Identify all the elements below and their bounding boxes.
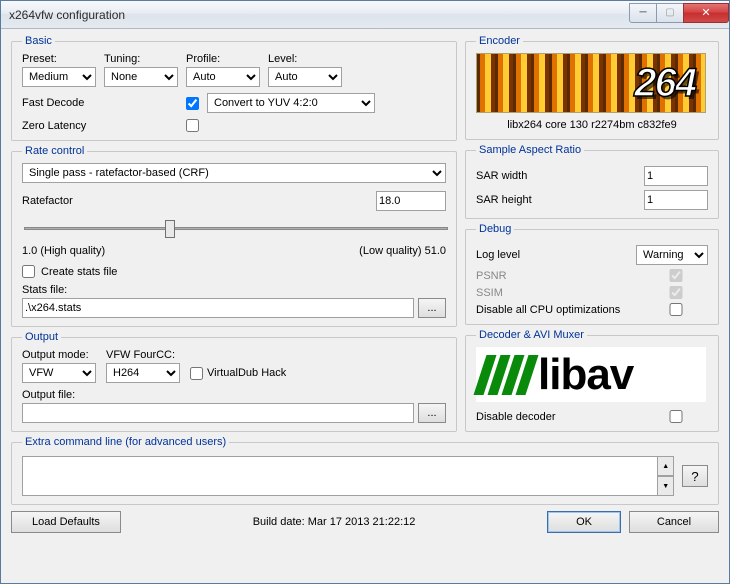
ratefactor-slider[interactable] (24, 217, 448, 239)
output-group: Output Output mode: VFW VFW FourCC: H264 (11, 331, 457, 432)
disable-cpu-label: Disable all CPU optimizations (476, 304, 620, 316)
vdub-hack-label: VirtualDub Hack (207, 367, 286, 379)
sar-height-input[interactable] (644, 190, 708, 210)
libav-logo-text: libav (538, 350, 633, 400)
decoder-legend: Decoder & AVI Muxer (476, 329, 587, 341)
libav-logo: libav (476, 347, 706, 402)
decoder-group: Decoder & AVI Muxer libav Disable decode… (465, 329, 719, 432)
rate-mode-select[interactable]: Single pass - ratefactor-based (CRF) (22, 163, 446, 183)
encoder-logo: 264 (476, 53, 706, 113)
profile-select[interactable]: Auto (186, 67, 260, 87)
close-button[interactable]: ✕ (683, 3, 729, 23)
stats-file-label: Stats file: (22, 284, 446, 296)
ssim-checkbox (644, 286, 708, 299)
tuning-select[interactable]: None (104, 67, 178, 87)
extra-cmdline-input[interactable] (22, 456, 658, 496)
chevron-up-icon[interactable]: ▲ (658, 456, 674, 476)
window-title: x264vfw configuration (9, 8, 630, 22)
minimize-button[interactable]: ─ (629, 3, 657, 23)
ssim-label: SSIM (476, 287, 503, 299)
output-mode-label: Output mode: (22, 349, 96, 361)
tuning-label: Tuning: (104, 53, 178, 65)
fast-decode-checkbox[interactable] (186, 97, 199, 110)
output-file-input[interactable] (22, 403, 414, 423)
zero-latency-checkbox[interactable] (186, 119, 199, 132)
encoder-caption: libx264 core 130 r2274bm c832fe9 (476, 119, 708, 131)
preset-label: Preset: (22, 53, 96, 65)
colorspace-select[interactable]: Convert to YUV 4:2:0 (207, 93, 375, 113)
psnr-label: PSNR (476, 270, 507, 282)
encoder-logo-text: 264 (634, 61, 705, 106)
encoder-legend: Encoder (476, 35, 523, 47)
level-select[interactable]: Auto (268, 67, 342, 87)
build-date-label: Build date: Mar 17 2013 21:22:12 (129, 516, 539, 528)
cancel-button[interactable]: Cancel (629, 511, 719, 533)
create-stats-label: Create stats file (41, 266, 117, 278)
disable-decoder-checkbox[interactable] (644, 410, 708, 423)
disable-cpu-checkbox[interactable] (644, 303, 708, 316)
disable-decoder-label: Disable decoder (476, 411, 556, 423)
ratefactor-input[interactable] (376, 191, 446, 211)
sar-width-label: SAR width (476, 170, 527, 182)
preset-select[interactable]: Medium (22, 67, 96, 87)
psnr-checkbox (644, 269, 708, 282)
output-file-label: Output file: (22, 389, 446, 401)
basic-legend: Basic (22, 35, 55, 47)
load-defaults-button[interactable]: Load Defaults (11, 511, 121, 533)
sar-group: Sample Aspect Ratio SAR width SAR height (465, 144, 719, 219)
basic-group: Basic Preset: Medium Tuning: None Profil… (11, 35, 457, 141)
bottom-bar: Load Defaults Build date: Mar 17 2013 21… (11, 511, 719, 533)
quality-low-label: (Low quality) 51.0 (359, 245, 446, 257)
output-legend: Output (22, 331, 61, 343)
log-level-label: Log level (476, 249, 520, 261)
ratefactor-label: Ratefactor (22, 195, 368, 207)
rate-control-group: Rate control Single pass - ratefactor-ba… (11, 145, 457, 327)
chevron-down-icon[interactable]: ▼ (658, 476, 674, 496)
titlebar: x264vfw configuration ─ ▢ ✕ (1, 1, 729, 29)
sar-width-input[interactable] (644, 166, 708, 186)
extra-legend: Extra command line (for advanced users) (22, 436, 229, 448)
fourcc-select[interactable]: H264 (106, 363, 180, 383)
help-button[interactable]: ? (682, 465, 708, 487)
vdub-hack-checkbox[interactable] (190, 367, 203, 380)
profile-label: Profile: (186, 53, 260, 65)
stats-browse-button[interactable]: ... (418, 298, 446, 318)
debug-group: Debug Log level Warning PSNR SSIM Dis (465, 223, 719, 325)
create-stats-checkbox[interactable] (22, 265, 35, 278)
quality-high-label: 1.0 (High quality) (22, 245, 105, 257)
ok-button[interactable]: OK (547, 511, 621, 533)
log-level-select[interactable]: Warning (636, 245, 708, 265)
client-area: Basic Preset: Medium Tuning: None Profil… (1, 29, 729, 583)
fourcc-label: VFW FourCC: (106, 349, 180, 361)
extra-group: Extra command line (for advanced users) … (11, 436, 719, 505)
level-label: Level: (268, 53, 342, 65)
sar-legend: Sample Aspect Ratio (476, 144, 584, 156)
maximize-button[interactable]: ▢ (656, 3, 684, 23)
zero-latency-label: Zero Latency (22, 120, 186, 132)
encoder-group: Encoder 264 libx264 core 130 r2274bm c83… (465, 35, 719, 140)
sar-height-label: SAR height (476, 194, 532, 206)
output-mode-select[interactable]: VFW (22, 363, 96, 383)
debug-legend: Debug (476, 223, 514, 235)
rate-control-legend: Rate control (22, 145, 87, 157)
fast-decode-label: Fast Decode (22, 97, 186, 109)
output-browse-button[interactable]: ... (418, 403, 446, 423)
config-window: x264vfw configuration ─ ▢ ✕ Basic Preset… (0, 0, 730, 584)
extra-spin[interactable]: ▲ ▼ (658, 456, 674, 496)
stats-file-input[interactable] (22, 298, 414, 318)
window-buttons: ─ ▢ ✕ (630, 3, 729, 23)
